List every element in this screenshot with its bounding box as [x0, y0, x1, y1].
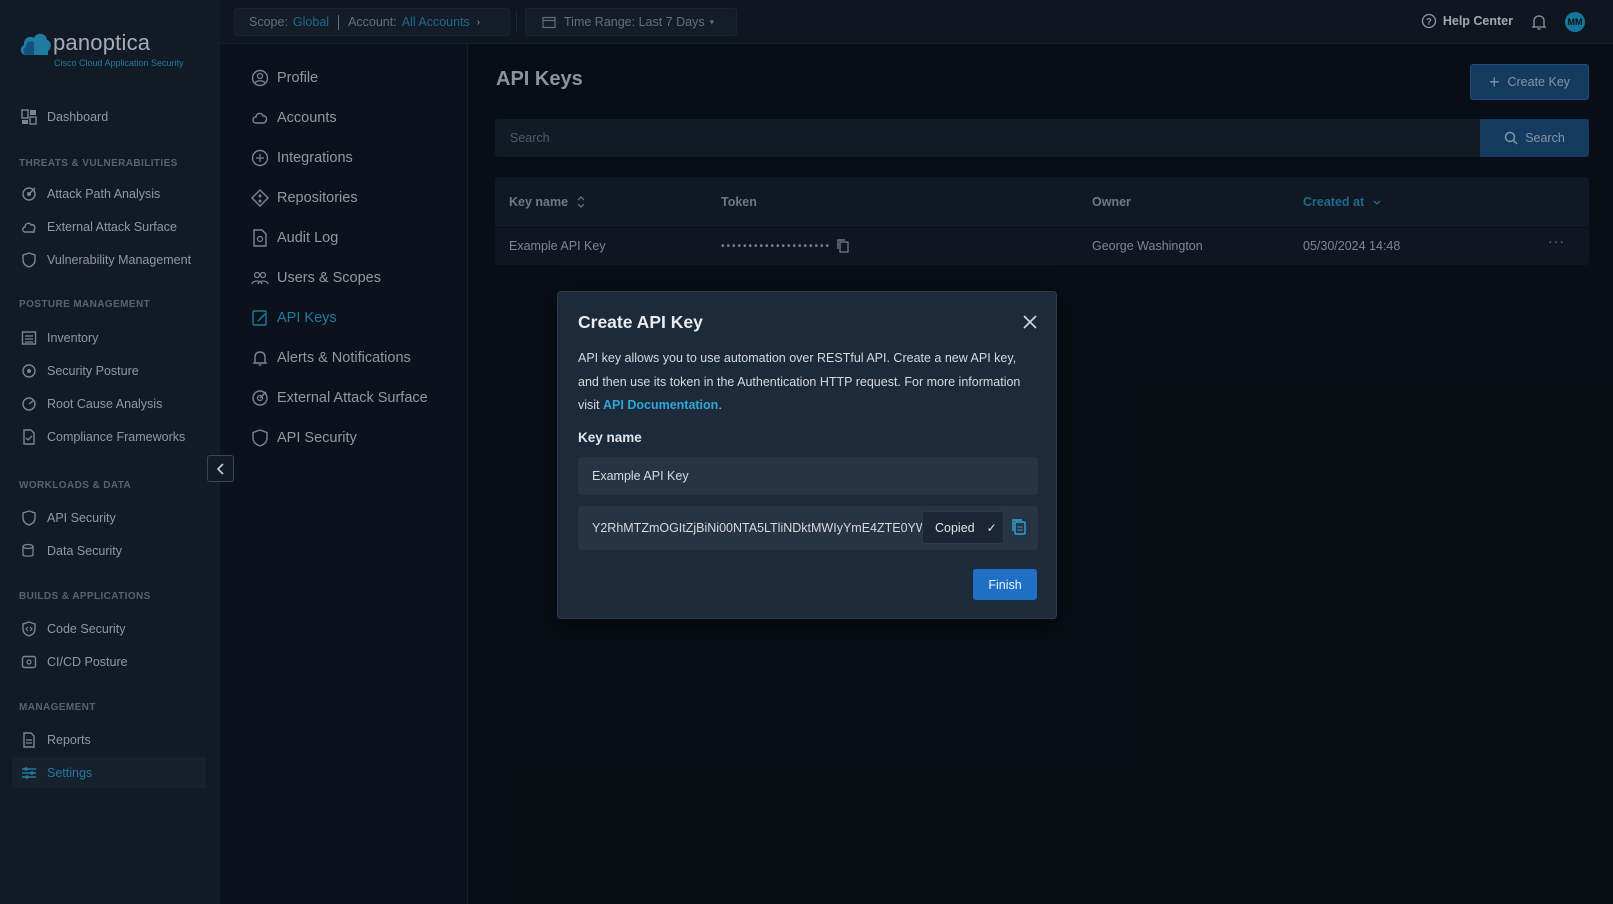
copy-icon[interactable]	[1011, 518, 1029, 538]
token-value[interactable]: Y2RhMTZmOGItZjBiNi00NTA5LTliNDktMWIyYmE4…	[592, 521, 937, 535]
key-name-input[interactable]	[578, 457, 1038, 495]
token-field[interactable]: Y2RhMTZmOGItZjBiNi00NTA5LTliNDktMWIyYmE4…	[578, 506, 1038, 550]
close-icon[interactable]	[1020, 312, 1040, 332]
create-api-key-dialog: Create API Key API key allows you to use…	[557, 291, 1057, 619]
description-period: .	[718, 398, 722, 412]
dialog-description: API key allows you to use automation ove…	[578, 347, 1038, 418]
key-name-label: Key name	[578, 430, 642, 445]
chevron-left-icon	[216, 462, 224, 475]
api-documentation-link[interactable]: API Documentation	[603, 398, 718, 412]
copied-label: Copied	[935, 520, 975, 535]
dialog-title: Create API Key	[578, 312, 703, 332]
checkmark-icon: ✓	[986, 520, 997, 535]
collapse-sidebar-button[interactable]	[207, 455, 234, 482]
finish-button[interactable]: Finish	[973, 569, 1037, 600]
copied-tooltip: Copied ✓	[922, 511, 1004, 544]
